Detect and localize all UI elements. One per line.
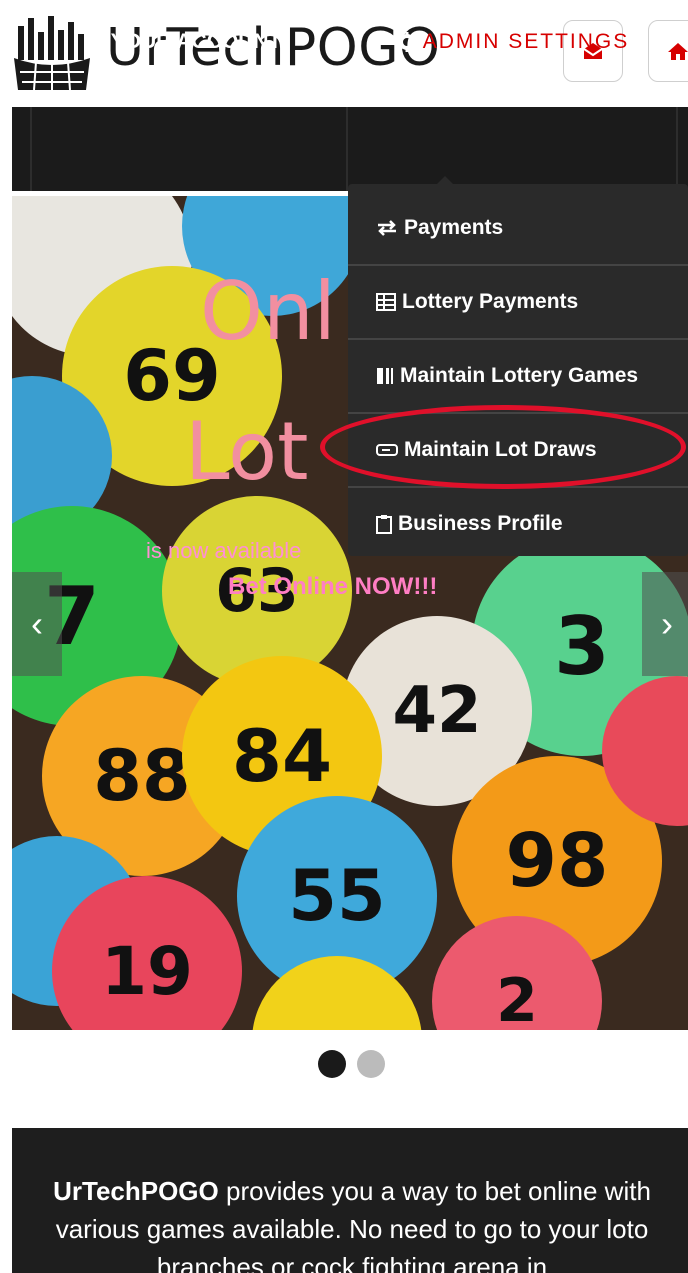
columns-icon: [376, 367, 394, 385]
main-navbar: [12, 107, 688, 191]
chevron-left-icon: ‹: [31, 603, 43, 644]
menu-item-lottery-payments[interactable]: Lottery Payments: [348, 266, 688, 338]
about-text: UrTechPOGO provides you a way to bet onl…: [32, 1172, 672, 1273]
nav-divider: [676, 107, 678, 191]
nav-admin-settings-label: ADMIN SETTINGS: [422, 30, 630, 53]
carousel-prev-button[interactable]: ‹: [12, 572, 62, 676]
about-brand: UrTechPOGO: [53, 1176, 219, 1206]
menu-item-label: Maintain Lottery Games: [400, 364, 639, 387]
table-icon: [376, 293, 396, 311]
hero-headline-line2: Lot: [185, 405, 309, 498]
gear-icon: [396, 32, 417, 52]
menu-item-maintain-lottery-games[interactable]: Maintain Lottery Games: [348, 340, 688, 412]
nav-divider: [30, 107, 32, 191]
menu-item-label: Business Profile: [398, 512, 563, 535]
carousel-indicator[interactable]: [357, 1050, 385, 1078]
menu-item-label: Payments: [404, 216, 504, 239]
menu-item-payments[interactable]: Payments: [348, 192, 688, 264]
nav-your-account-label: YOUR ACCOUNT: [110, 30, 282, 53]
nav-your-account[interactable]: YOUR ACCOUNT: [20, 0, 344, 84]
nav-divider: [346, 107, 348, 191]
carousel-indicator-active[interactable]: [318, 1050, 346, 1078]
menu-item-business-profile[interactable]: Business Profile: [348, 488, 688, 560]
clipboard-icon: [376, 514, 392, 534]
admin-settings-dropdown: Payments Lottery Payments Maintain Lotte…: [348, 184, 688, 556]
hero-headline-line1: Onl: [200, 265, 336, 358]
chevron-right-icon: ›: [661, 603, 673, 644]
hero-cta-text[interactable]: Bet Online NOW!!!: [228, 573, 437, 601]
menu-item-label: Lottery Payments: [402, 290, 579, 313]
exchange-icon: [376, 219, 398, 237]
nav-admin-settings[interactable]: ADMIN SETTINGS: [348, 0, 678, 84]
user-icon: [83, 31, 105, 53]
carousel-next-button[interactable]: ›: [642, 572, 688, 676]
about-section: UrTechPOGO provides you a way to bet onl…: [12, 1128, 688, 1273]
hero-subtext: is now available: [146, 538, 302, 563]
highlight-annotation: [320, 405, 686, 489]
